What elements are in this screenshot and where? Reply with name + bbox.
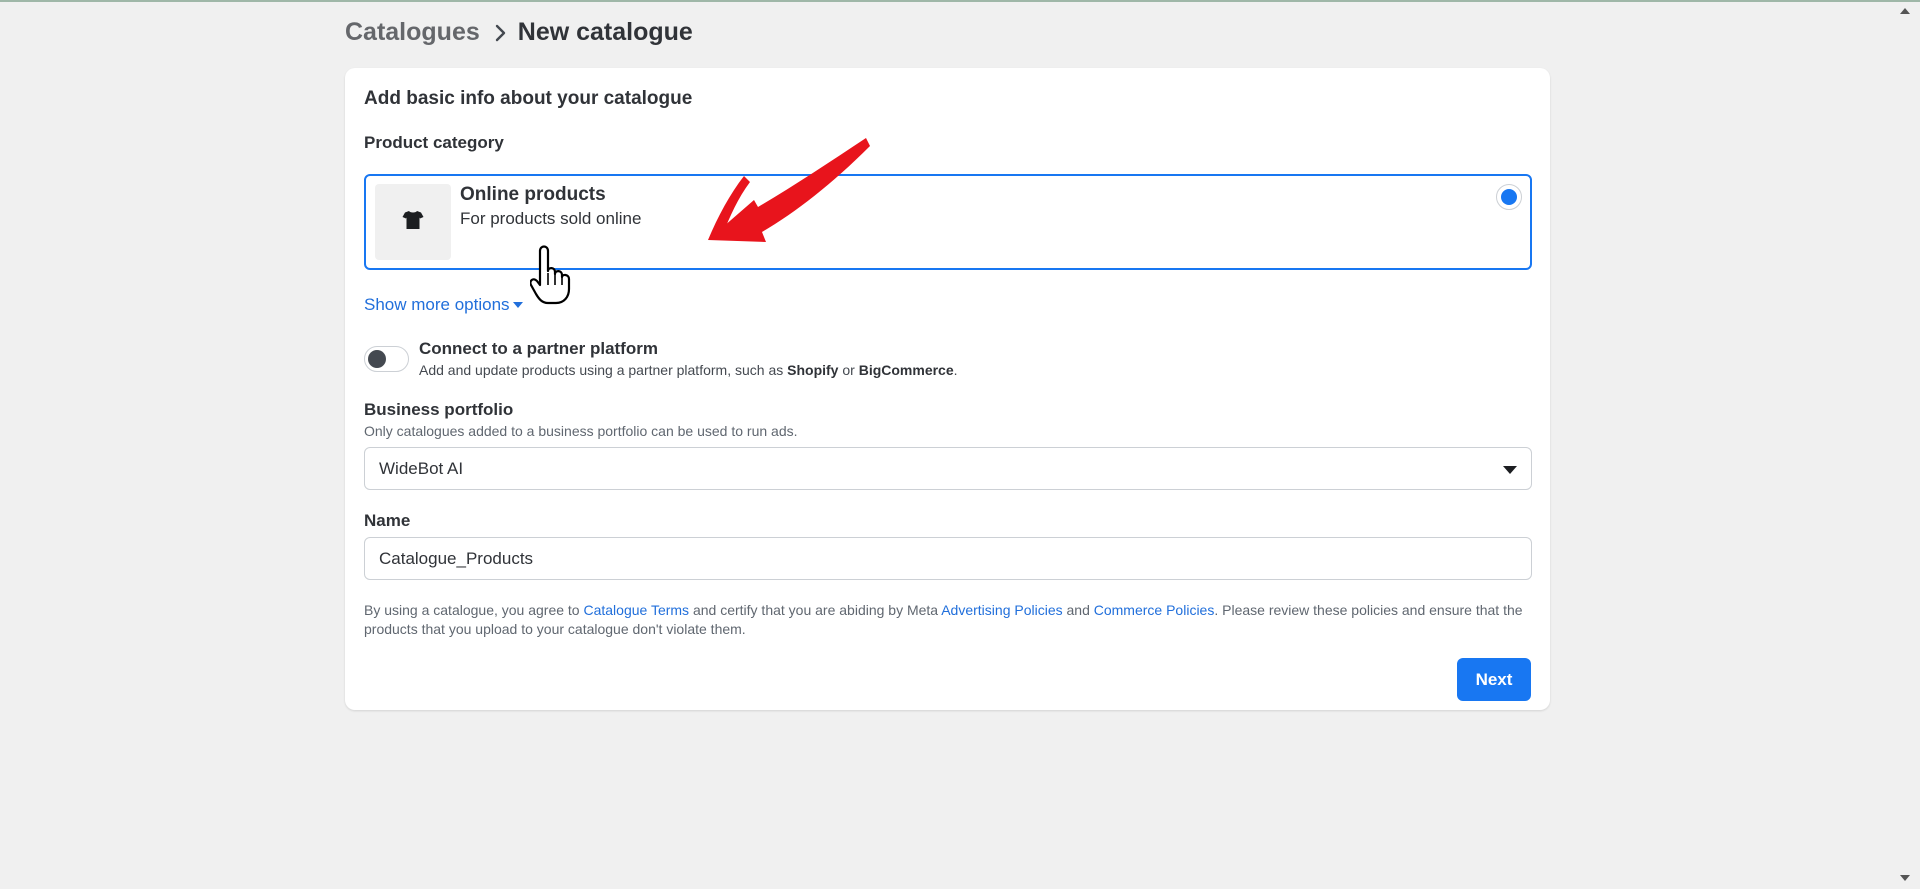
partner-platform-toggle[interactable] (364, 346, 409, 372)
red-arrow-annotation-icon (700, 132, 870, 252)
option-thumbnail (375, 184, 451, 260)
card-title: Add basic info about your catalogue (364, 88, 693, 109)
hand-cursor-icon (529, 243, 572, 312)
toggle-knob (368, 350, 386, 368)
breadcrumb: Catalogues New catalogue (345, 18, 693, 47)
business-portfolio-help: Only catalogues added to a business port… (364, 423, 798, 439)
page-title: New catalogue (517, 18, 693, 46)
show-more-options-link[interactable]: Show more options (364, 295, 523, 315)
scroll-up-icon[interactable] (1900, 8, 1910, 14)
terms-t3: and (1062, 602, 1094, 618)
option-radio[interactable] (1496, 184, 1522, 210)
business-portfolio-label: Business portfolio (364, 400, 514, 419)
option-description: For products sold online (460, 209, 642, 228)
commerce-policies-link[interactable]: Commerce Policies (1094, 602, 1215, 618)
terms-text: By using a catalogue, you agree to Catal… (364, 601, 1534, 639)
catalogue-form-card: Add basic info about your catalogue Prod… (345, 68, 1550, 710)
radio-selected-dot (1501, 189, 1517, 205)
partner-platform-description: Add and update products using a partner … (419, 362, 958, 378)
top-border (0, 0, 1920, 2)
option-title: Online products (460, 184, 606, 205)
next-button[interactable]: Next (1457, 658, 1531, 701)
chevron-right-icon (494, 24, 508, 42)
bigcommerce-text: BigCommerce (858, 362, 954, 378)
partner-platform-title: Connect to a partner platform (419, 339, 658, 358)
partner-desc-or: or (838, 362, 859, 378)
advertising-policies-link[interactable]: Advertising Policies (941, 602, 1062, 618)
product-category-label: Product category (364, 133, 504, 152)
shopify-text: Shopify (787, 362, 839, 378)
business-portfolio-select[interactable]: WideBot AI (364, 447, 1532, 490)
caret-down-icon (512, 302, 523, 308)
partner-desc-prefix: Add and update products using a partner … (419, 362, 788, 378)
show-more-label: Show more options (364, 295, 510, 314)
terms-t1: By using a catalogue, you agree to (364, 602, 584, 618)
catalogue-name-input[interactable] (364, 537, 1532, 580)
name-label: Name (364, 511, 411, 530)
tshirt-icon (402, 210, 424, 235)
scroll-down-icon[interactable] (1900, 875, 1910, 881)
partner-desc-suffix: . (953, 362, 958, 378)
business-portfolio-value: WideBot AI (379, 459, 464, 478)
terms-t2: and certify that you are abiding by Meta (689, 602, 942, 618)
breadcrumb-catalogues-link[interactable]: Catalogues (345, 18, 480, 47)
dropdown-arrow-icon (1503, 466, 1517, 474)
catalogue-terms-link[interactable]: Catalogue Terms (583, 602, 689, 618)
